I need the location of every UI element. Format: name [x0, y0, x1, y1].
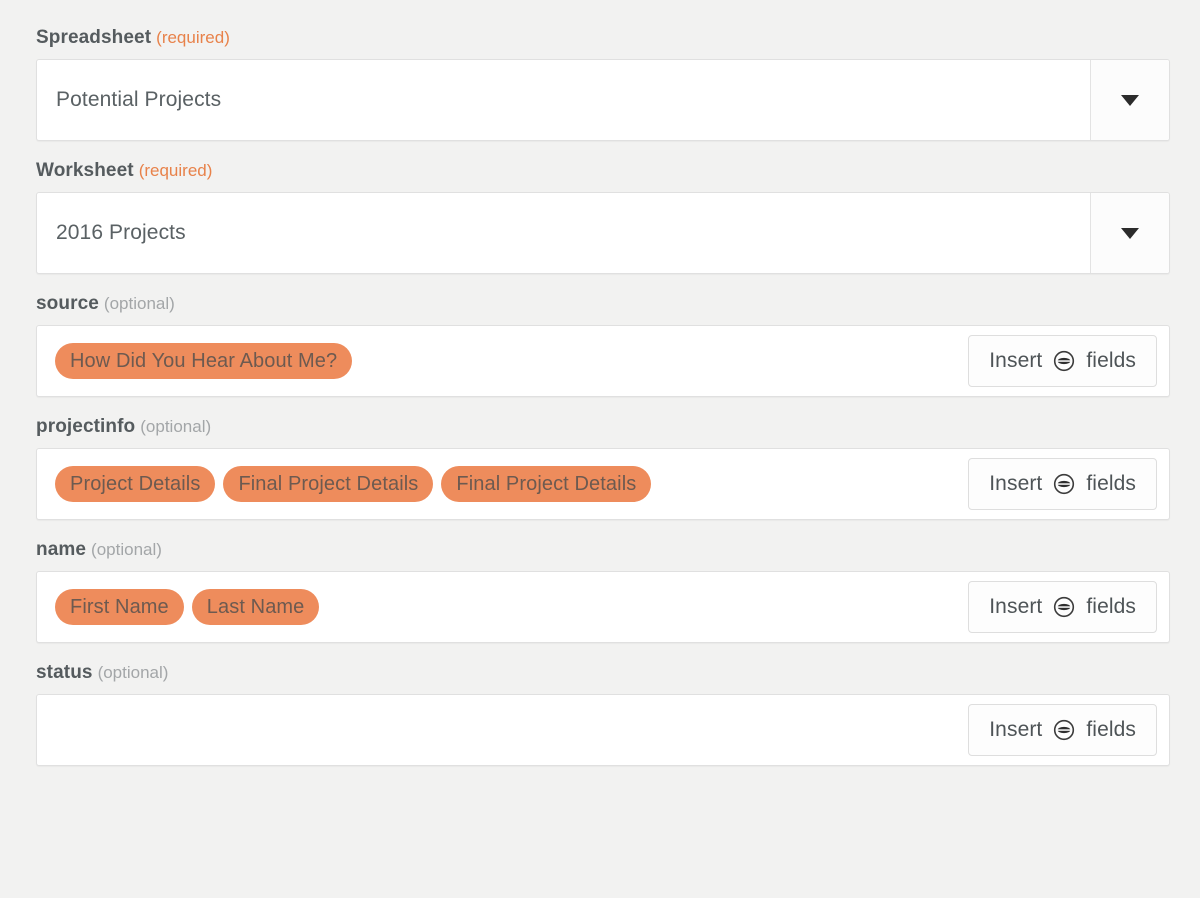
insert-field-icon [1054, 596, 1075, 618]
field-requirement-badge: (optional) [103, 294, 175, 313]
insert-field-icon [1054, 719, 1075, 741]
spreadsheet-dropdown-toggle[interactable] [1090, 60, 1169, 140]
list-item[interactable]: Final Project Details [223, 466, 434, 502]
field-label-text: source [36, 293, 99, 314]
field-requirement-badge: (optional) [97, 663, 169, 682]
source-token-field[interactable]: How Did You Hear About Me? Insert fields [36, 325, 1170, 397]
projectinfo-token-list[interactable]: Project Details Final Project Details Fi… [55, 449, 929, 519]
insert-button-suffix: fields [1086, 472, 1136, 495]
field-label-spreadsheet: Spreadsheet (required) [36, 26, 1170, 50]
chevron-down-icon [1121, 227, 1139, 239]
field-label-text: status [36, 662, 93, 683]
worksheet-select-value[interactable]: 2016 Projects [37, 193, 1090, 273]
insert-field-icon [1054, 473, 1075, 495]
status-token-field[interactable]: Insert fields [36, 694, 1170, 766]
field-mapping-form: Spreadsheet (required) Potential Projects… [0, 0, 1200, 766]
list-item[interactable]: How Did You Hear About Me? [55, 343, 353, 379]
field-group-worksheet: Worksheet (required) 2016 Projects [36, 159, 1170, 274]
field-label-source: source (optional) [36, 292, 1170, 316]
field-requirement-badge: (required) [156, 28, 230, 47]
field-label-text: projectinfo [36, 416, 136, 437]
list-item[interactable]: Project Details [55, 466, 216, 502]
field-label-text: name [36, 539, 87, 560]
insert-field-icon [1054, 350, 1075, 372]
spreadsheet-select-value[interactable]: Potential Projects [37, 60, 1090, 140]
field-requirement-badge: (optional) [140, 417, 212, 436]
field-requirement-badge: (required) [138, 161, 213, 180]
insert-fields-button-status[interactable]: Insert fields [968, 704, 1157, 756]
field-label-status: status (optional) [36, 661, 1170, 685]
insert-button-prefix: Insert [989, 472, 1043, 495]
name-token-list[interactable]: First Name Last Name [55, 572, 929, 642]
list-item[interactable]: Last Name [191, 589, 320, 625]
worksheet-dropdown-toggle[interactable] [1090, 193, 1169, 273]
insert-button-prefix: Insert [989, 718, 1043, 741]
field-label-text: Worksheet [36, 160, 134, 181]
insert-fields-button-name[interactable]: Insert fields [968, 581, 1157, 633]
insert-button-suffix: fields [1086, 349, 1136, 372]
field-group-spreadsheet: Spreadsheet (required) Potential Projects [36, 26, 1170, 141]
insert-button-suffix: fields [1086, 718, 1136, 741]
projectinfo-token-field[interactable]: Project Details Final Project Details Fi… [36, 448, 1170, 520]
field-label-projectinfo: projectinfo (optional) [36, 415, 1170, 439]
insert-button-prefix: Insert [989, 595, 1043, 618]
field-label-text: Spreadsheet [36, 27, 152, 48]
field-group-projectinfo: projectinfo (optional) Project Details Fi… [36, 415, 1170, 520]
field-group-name: name (optional) First Name Last Name Inse… [36, 538, 1170, 643]
field-group-status: status (optional) Insert fields [36, 661, 1170, 766]
list-item[interactable]: Final Project Details [441, 466, 652, 502]
field-requirement-badge: (optional) [91, 540, 162, 559]
field-label-worksheet: Worksheet (required) [36, 159, 1170, 183]
source-token-list[interactable]: How Did You Hear About Me? [55, 326, 929, 396]
name-token-field[interactable]: First Name Last Name Insert fields [36, 571, 1170, 643]
insert-button-suffix: fields [1086, 595, 1136, 618]
worksheet-select[interactable]: 2016 Projects [36, 192, 1170, 274]
chevron-down-icon [1121, 94, 1139, 106]
list-item[interactable]: First Name [55, 589, 184, 625]
status-token-list[interactable] [55, 695, 929, 765]
field-label-name: name (optional) [36, 538, 1170, 562]
spreadsheet-select[interactable]: Potential Projects [36, 59, 1170, 141]
insert-button-prefix: Insert [989, 349, 1043, 372]
insert-fields-button-projectinfo[interactable]: Insert fields [968, 458, 1157, 510]
insert-fields-button-source[interactable]: Insert fields [968, 335, 1157, 387]
field-group-source: source (optional) How Did You Hear About … [36, 292, 1170, 397]
